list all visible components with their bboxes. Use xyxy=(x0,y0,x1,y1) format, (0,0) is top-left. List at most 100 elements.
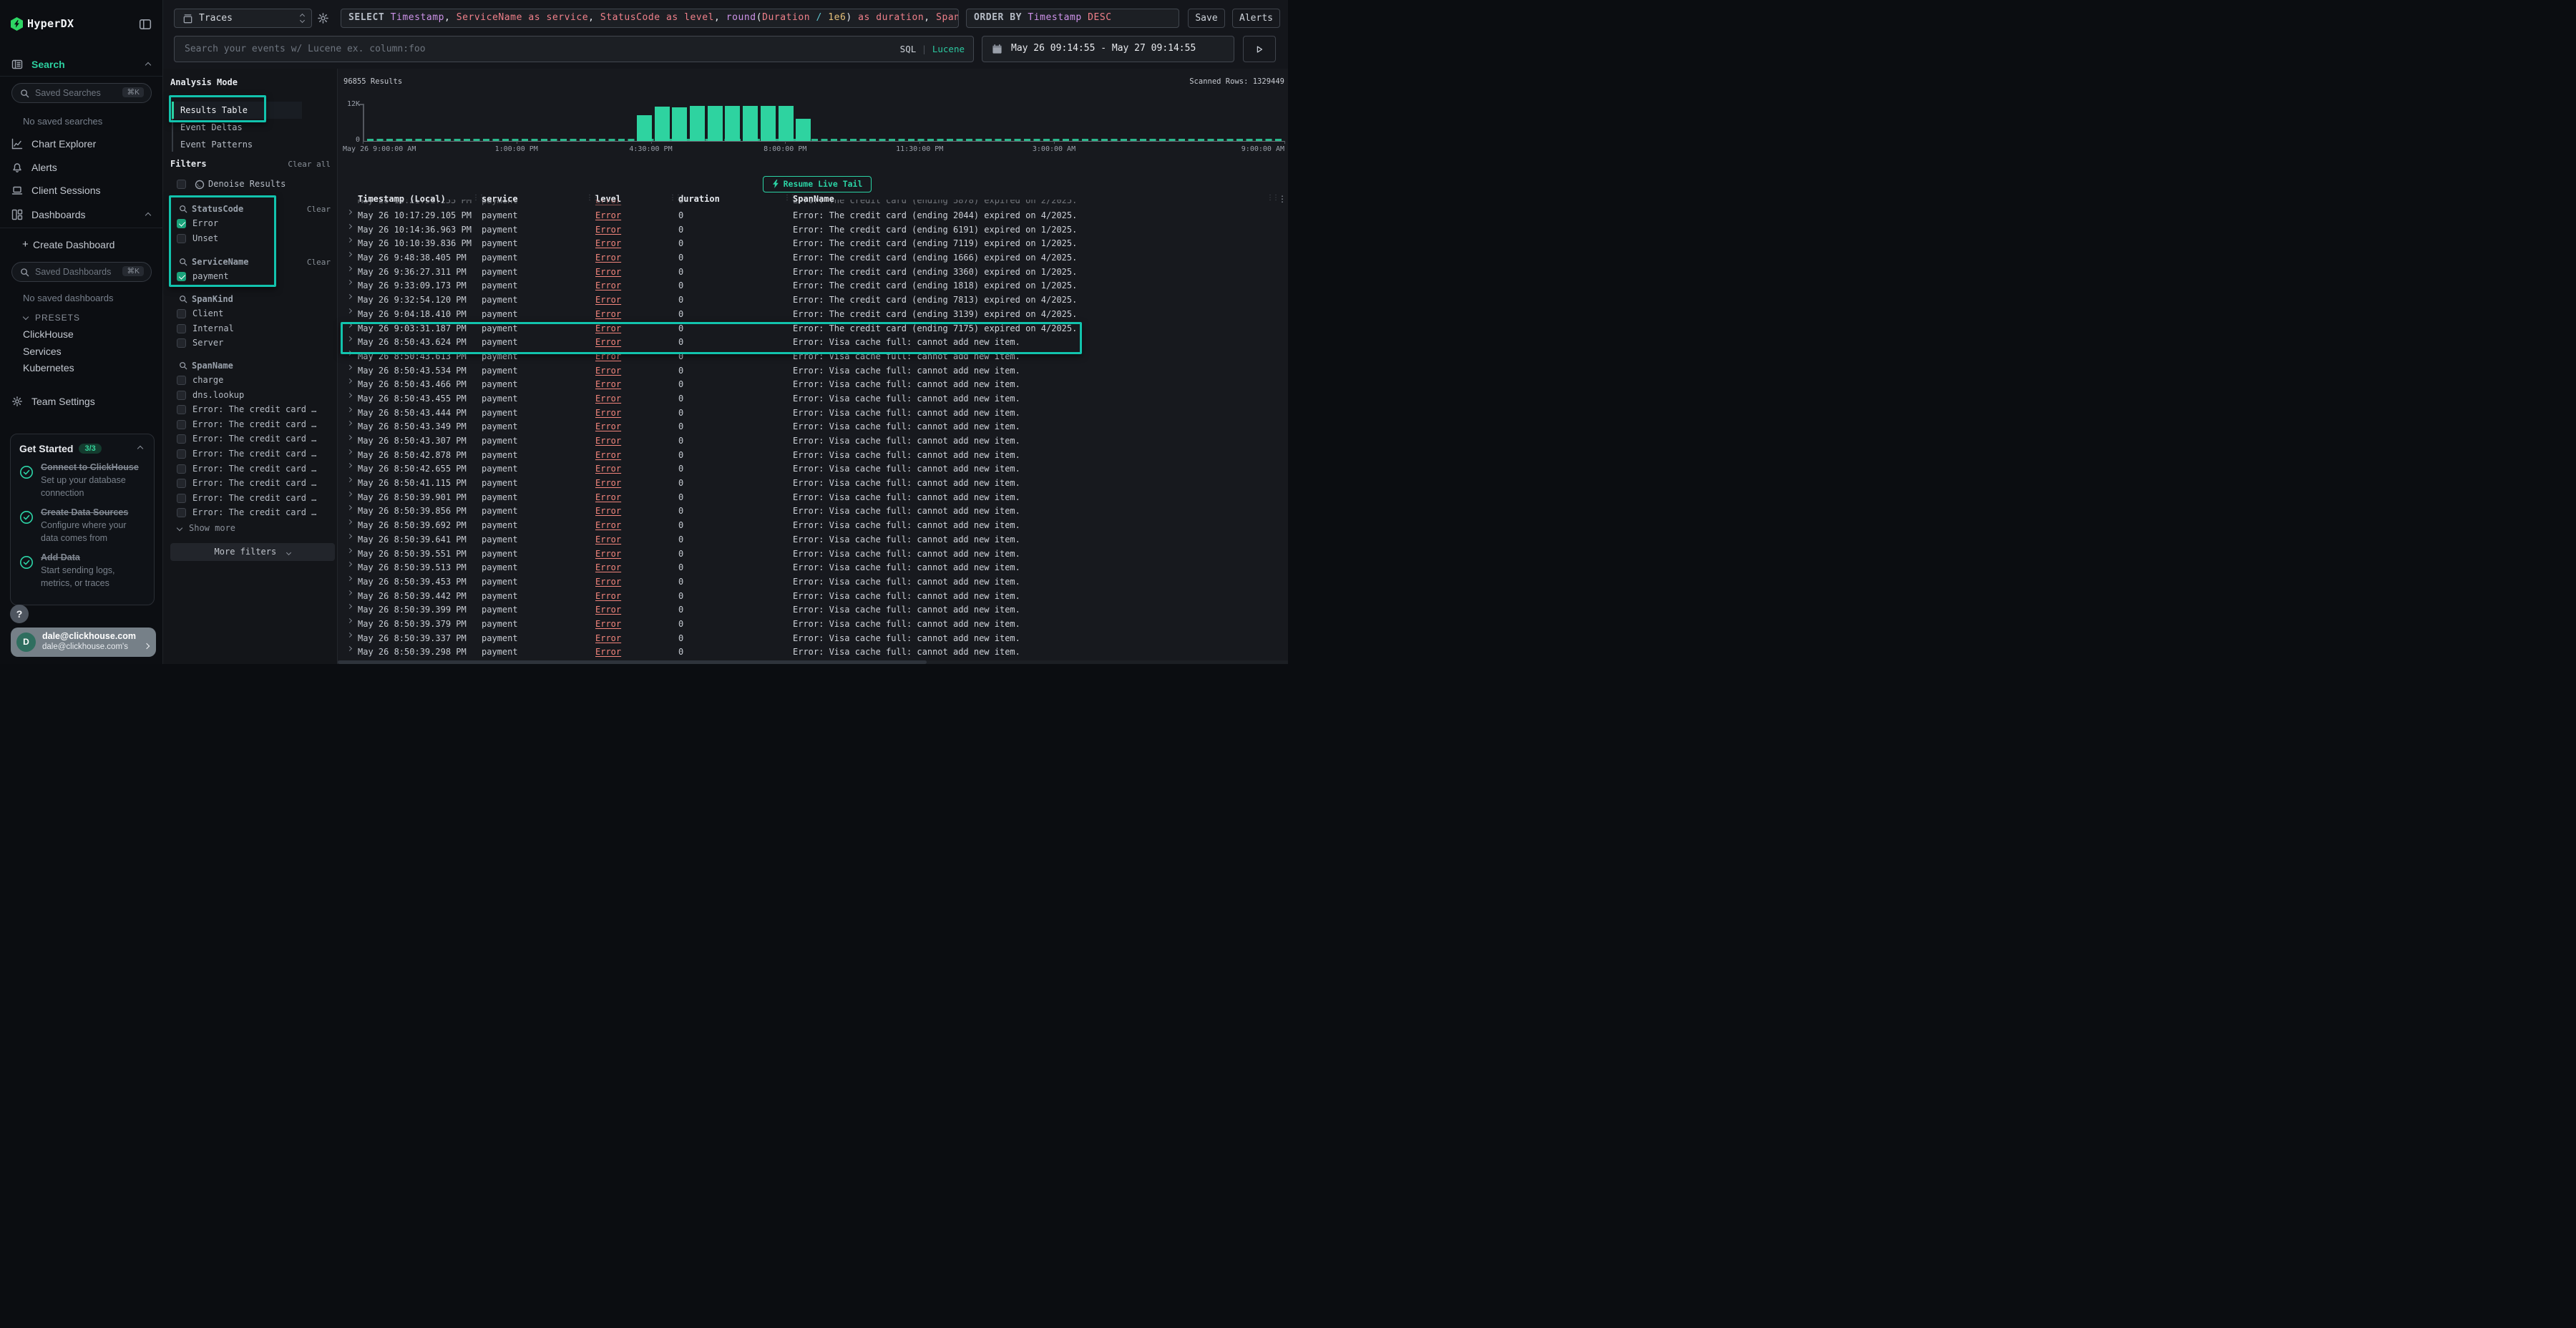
filter-checkbox[interactable] xyxy=(177,272,186,281)
sidebar-collapse-icon[interactable] xyxy=(139,18,152,31)
table-row[interactable]: May 26 8:50:39.399 PM payment Error 0 Er… xyxy=(338,603,1288,617)
row-expand-chevron-icon[interactable] xyxy=(347,379,352,384)
table-row[interactable]: May 26 8:50:43.349 PM payment Error 0 Er… xyxy=(338,420,1288,434)
filter-item[interactable]: Internal xyxy=(163,322,338,337)
row-expand-chevron-icon[interactable] xyxy=(347,519,352,524)
help-button[interactable]: ? xyxy=(10,605,29,623)
table-row[interactable]: May 26 8:50:43.466 PM payment Error 0 Er… xyxy=(338,378,1288,392)
filter-item[interactable]: Error: The credit card … xyxy=(163,418,338,433)
row-expand-chevron-icon[interactable] xyxy=(347,365,352,370)
row-expand-chevron-icon[interactable] xyxy=(347,266,352,271)
row-expand-chevron-icon[interactable] xyxy=(347,646,352,651)
row-expand-chevron-icon[interactable] xyxy=(347,449,352,454)
filter-item[interactable]: Error xyxy=(163,217,338,232)
table-row[interactable]: May 26 8:50:39.453 PM payment Error 0 Er… xyxy=(338,575,1288,589)
row-expand-chevron-icon[interactable] xyxy=(347,562,352,567)
run-query-button[interactable] xyxy=(1243,36,1276,62)
partially-scrolled-row[interactable]: May 26 10:21:31.255 PM payment Error 0 E… xyxy=(338,200,1288,208)
row-expand-chevron-icon[interactable] xyxy=(347,534,352,539)
create-dashboard-button[interactable]: + Create Dashboard xyxy=(0,236,163,255)
table-row[interactable]: May 26 8:50:39.513 PM payment Error 0 Er… xyxy=(338,561,1288,575)
saved-searches-input[interactable]: Saved Searches ⌘K xyxy=(11,83,152,103)
filter-checkbox[interactable] xyxy=(177,434,186,444)
sidebar-item-team-settings[interactable]: Team Settings xyxy=(0,393,163,411)
filter-item[interactable]: Error: The credit card … xyxy=(163,432,338,447)
row-expand-chevron-icon[interactable] xyxy=(347,224,352,229)
filter-checkbox[interactable] xyxy=(177,494,186,503)
table-row[interactable]: May 26 8:50:43.444 PM payment Error 0 Er… xyxy=(338,406,1288,420)
search-icon[interactable] xyxy=(179,361,187,370)
source-settings-gear-icon[interactable] xyxy=(317,12,329,24)
table-row[interactable]: May 26 8:50:39.442 PM payment Error 0 Er… xyxy=(338,589,1288,603)
filter-checkbox[interactable] xyxy=(177,234,186,243)
filter-checkbox[interactable] xyxy=(177,324,186,333)
filter-item[interactable]: dns.lookup xyxy=(163,389,338,404)
search-icon[interactable] xyxy=(179,205,187,213)
search-input[interactable] xyxy=(175,36,973,62)
table-row[interactable]: May 26 8:50:39.298 PM payment Error 0 Er… xyxy=(338,645,1288,660)
table-row[interactable]: May 26 9:04:18.410 PM payment Error 0 Er… xyxy=(338,307,1288,321)
more-filters-button[interactable]: More filters xyxy=(170,543,335,561)
clear-all-link[interactable]: Clear all xyxy=(288,160,331,169)
horizontal-scrollbar[interactable] xyxy=(338,660,1288,665)
resume-live-tail-button[interactable]: Resume Live Tail xyxy=(763,176,872,192)
filter-checkbox[interactable] xyxy=(177,309,186,318)
mode-event-patterns[interactable]: Event Patterns xyxy=(172,136,302,153)
table-row[interactable]: May 26 10:21:31.255 PM payment Error 0 E… xyxy=(338,200,1288,208)
row-expand-chevron-icon[interactable] xyxy=(347,604,352,609)
sidebar-item-dashboards[interactable]: Dashboards xyxy=(0,206,163,225)
clear-link[interactable]: Clear xyxy=(307,258,331,267)
row-expand-chevron-icon[interactable] xyxy=(347,576,352,581)
get-started-step[interactable]: Add Data Start sending logs, metrics, or… xyxy=(19,551,145,590)
filter-item[interactable]: payment xyxy=(163,270,338,285)
presets-toggle[interactable]: PRESETS xyxy=(0,309,163,328)
table-row[interactable]: May 26 9:33:09.173 PM payment Error 0 Er… xyxy=(338,279,1288,293)
filter-checkbox[interactable] xyxy=(177,376,186,385)
preset-clickhouse[interactable]: ClickHouse xyxy=(23,328,74,340)
row-expand-chevron-icon[interactable] xyxy=(347,633,352,638)
row-expand-chevron-icon[interactable] xyxy=(347,407,352,412)
table-row[interactable]: May 26 9:48:38.405 PM payment Error 0 Er… xyxy=(338,251,1288,265)
table-row[interactable]: May 26 10:17:29.105 PM payment Error 0 E… xyxy=(338,209,1288,223)
table-row[interactable]: May 26 8:50:39.692 PM payment Error 0 Er… xyxy=(338,519,1288,533)
row-expand-chevron-icon[interactable] xyxy=(347,322,352,327)
table-row[interactable]: May 26 8:50:43.307 PM payment Error 0 Er… xyxy=(338,434,1288,449)
show-more-toggle[interactable]: Show more xyxy=(163,522,338,535)
row-expand-chevron-icon[interactable] xyxy=(347,505,352,510)
table-row[interactable]: May 26 8:50:42.878 PM payment Error 0 Er… xyxy=(338,448,1288,462)
row-expand-chevron-icon[interactable] xyxy=(347,618,352,623)
filter-checkbox[interactable] xyxy=(177,420,186,429)
filter-item[interactable]: Server xyxy=(163,336,338,351)
language-toggle[interactable]: SQL | Lucene xyxy=(900,44,965,54)
get-started-step[interactable]: Connect to ClickHouse Set up your databa… xyxy=(19,461,145,499)
sql-select-editor[interactable]: SELECT Timestamp, ServiceName as service… xyxy=(341,9,959,28)
table-row[interactable]: May 26 10:14:36.963 PM payment Error 0 E… xyxy=(338,223,1288,237)
sidebar-item-alerts[interactable]: Alerts xyxy=(0,159,163,177)
table-row[interactable]: May 26 8:50:43.534 PM payment Error 0 Er… xyxy=(338,363,1288,378)
row-expand-chevron-icon[interactable] xyxy=(347,294,352,299)
row-expand-chevron-icon[interactable] xyxy=(347,210,352,215)
filter-item[interactable]: Error: The credit card … xyxy=(163,403,338,418)
filter-item[interactable]: Error: The credit card … xyxy=(163,492,338,507)
row-expand-chevron-icon[interactable] xyxy=(347,477,352,482)
mode-event-deltas[interactable]: Event Deltas xyxy=(172,119,302,136)
chevron-up-icon[interactable] xyxy=(137,446,143,451)
table-row[interactable]: May 26 8:50:39.337 PM payment Error 0 Er… xyxy=(338,631,1288,645)
row-expand-chevron-icon[interactable] xyxy=(347,393,352,398)
scrollbar-thumb[interactable] xyxy=(338,660,927,665)
date-range-picker[interactable]: May 26 09:14:55 - May 27 09:14:55 xyxy=(982,36,1234,62)
table-row[interactable]: May 26 8:50:39.379 PM payment Error 0 Er… xyxy=(338,617,1288,631)
search-icon[interactable] xyxy=(179,258,187,266)
table-row[interactable]: May 26 8:50:42.655 PM payment Error 0 Er… xyxy=(338,462,1288,477)
source-select[interactable]: Traces xyxy=(174,9,312,28)
filter-item[interactable]: Unset xyxy=(163,232,338,247)
row-expand-chevron-icon[interactable] xyxy=(347,463,352,468)
user-menu[interactable]: D dale@clickhouse.com dale@clickhouse.co… xyxy=(11,628,156,657)
clear-link[interactable]: Clear xyxy=(307,205,331,214)
lucene-toggle[interactable]: Lucene xyxy=(932,44,965,54)
search-icon[interactable] xyxy=(179,295,187,303)
preset-services[interactable]: Services xyxy=(23,346,62,357)
mode-results-table[interactable]: Results Table xyxy=(172,102,302,119)
denoise-results-filter[interactable]: Denoise Results xyxy=(163,177,338,192)
alerts-button[interactable]: Alerts xyxy=(1232,9,1280,28)
